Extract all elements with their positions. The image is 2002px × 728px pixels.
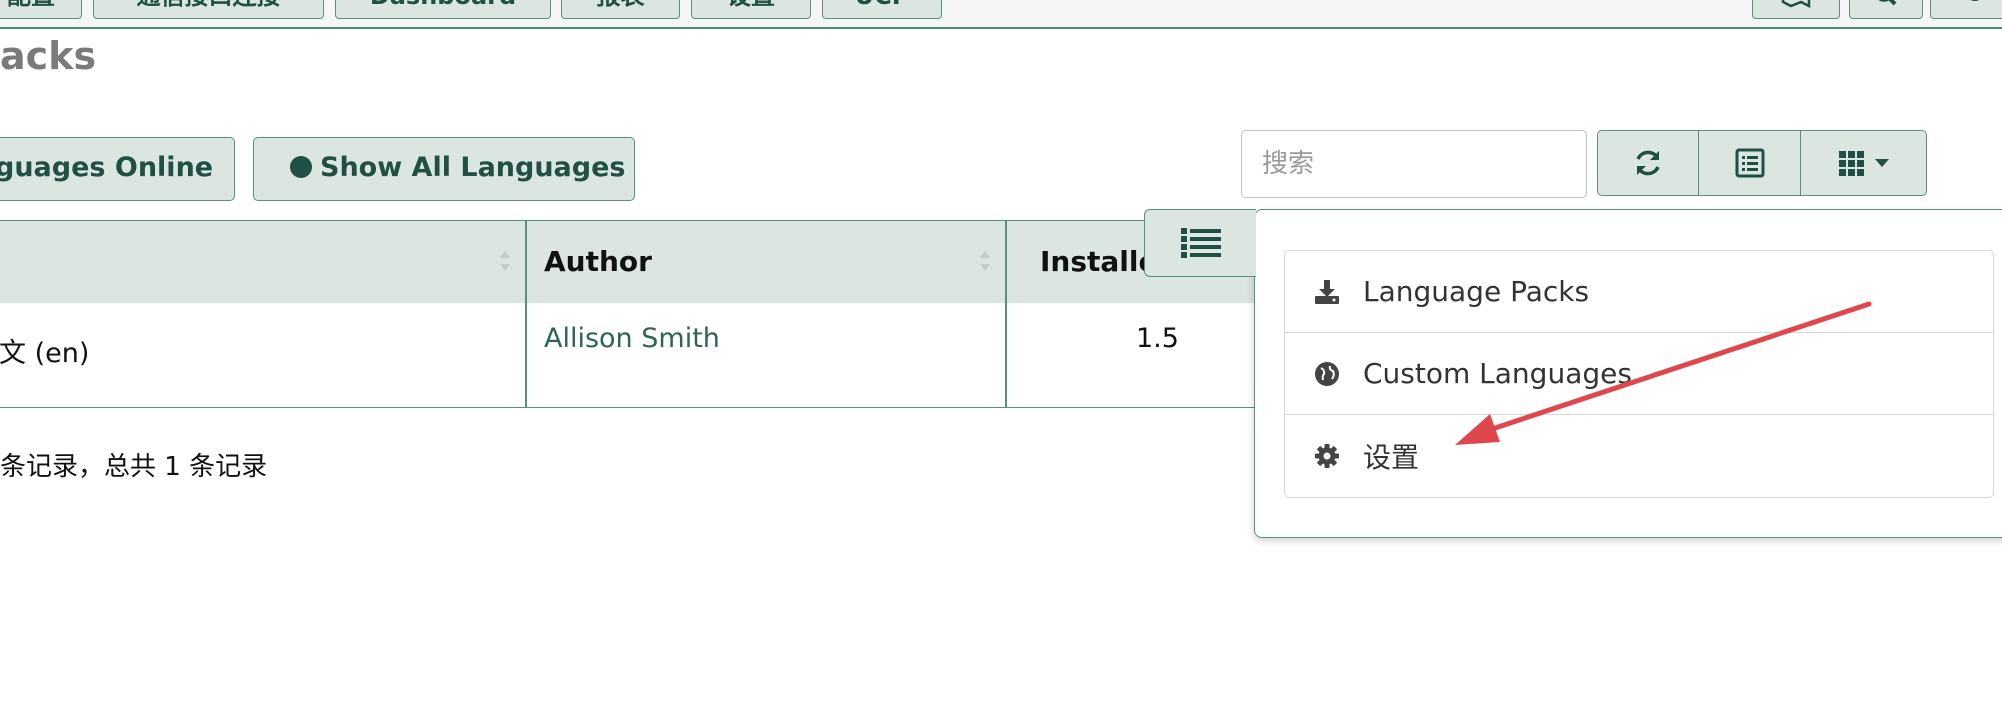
- dropdown-menu-list: Language Packs Custom Languages 设置: [1284, 250, 1994, 498]
- column-header-author[interactable]: Author: [544, 245, 652, 278]
- caret-down-icon: [1874, 159, 1889, 167]
- nav-tab-ucp[interactable]: UCP: [822, 0, 942, 19]
- table-header-row: Author Installe: [0, 220, 1258, 304]
- show-all-languages-label: Show All Languages: [320, 152, 626, 183]
- table-row: 文 (en) Allison Smith 1.5: [0, 303, 1258, 408]
- search-icon: [1878, 0, 1897, 6]
- map-icon: [1781, 0, 1811, 9]
- grid-icon: [1838, 151, 1864, 176]
- page-title: acks: [0, 34, 97, 78]
- globe-icon: [290, 156, 312, 178]
- languages-online-button[interactable]: guages Online: [0, 137, 235, 201]
- language-name-cell: 文 (en): [0, 338, 90, 369]
- column-header-installed[interactable]: Installe: [1040, 245, 1157, 278]
- download-icon: [1313, 278, 1341, 306]
- map-icon-button[interactable]: [1752, 0, 1840, 19]
- menu-item-label: Custom Languages: [1363, 357, 1632, 390]
- settings-icon-button[interactable]: [1930, 0, 2002, 19]
- nav-tab-dashboard[interactable]: Dashboard: [335, 0, 551, 19]
- installed-version-cell: 1.5: [1136, 323, 1179, 354]
- gear-icon: [1313, 442, 1341, 470]
- menu-item-custom-languages[interactable]: Custom Languages: [1285, 333, 1993, 415]
- menu-toggle-button[interactable]: [1144, 209, 1256, 277]
- column-divider: [1005, 303, 1007, 407]
- toggle-view-button[interactable]: [1699, 130, 1801, 196]
- table-tools-group: [1597, 130, 1927, 196]
- menu-item-settings[interactable]: 设置: [1285, 415, 1993, 497]
- search-input[interactable]: [1241, 130, 1587, 198]
- nav-tab-settings[interactable]: 设置: [691, 0, 811, 19]
- sort-icon: [980, 251, 990, 271]
- refresh-button[interactable]: [1597, 130, 1699, 196]
- menu-item-label: 设置: [1363, 441, 1420, 474]
- refresh-icon: [1636, 150, 1660, 176]
- menu-item-language-packs[interactable]: Language Packs: [1285, 251, 1993, 333]
- column-divider: [1005, 221, 1007, 303]
- author-link[interactable]: Allison Smith: [544, 323, 720, 354]
- list-alt-icon: [1735, 148, 1764, 178]
- record-count-text: 条记录，总共 1 条记录: [0, 452, 268, 482]
- menu-item-label: Language Packs: [1363, 275, 1590, 308]
- gear-icon: [1970, 0, 1980, 1]
- column-divider: [525, 303, 527, 407]
- show-all-languages-button[interactable]: Show All Languages: [253, 137, 635, 201]
- languages-online-label: guages Online: [0, 152, 214, 183]
- columns-dropdown-button[interactable]: [1801, 130, 1927, 196]
- sort-icon: [500, 251, 510, 271]
- top-nav-bar: 配置 通信接口连接 Dashboard 报表 设置 UCP: [0, 0, 2002, 29]
- globe-icon: [1313, 360, 1341, 388]
- nav-tab-comm-interface[interactable]: 通信接口连接: [93, 0, 324, 19]
- list-icon: [1180, 228, 1221, 258]
- column-divider: [525, 221, 527, 303]
- nav-tab-config[interactable]: 配置: [0, 0, 82, 19]
- languages-table: Author Installe 文 (en) Allison Smith 1.5: [0, 220, 1258, 408]
- nav-tab-reports[interactable]: 报表: [561, 0, 680, 19]
- search-icon-button[interactable]: [1849, 0, 1923, 19]
